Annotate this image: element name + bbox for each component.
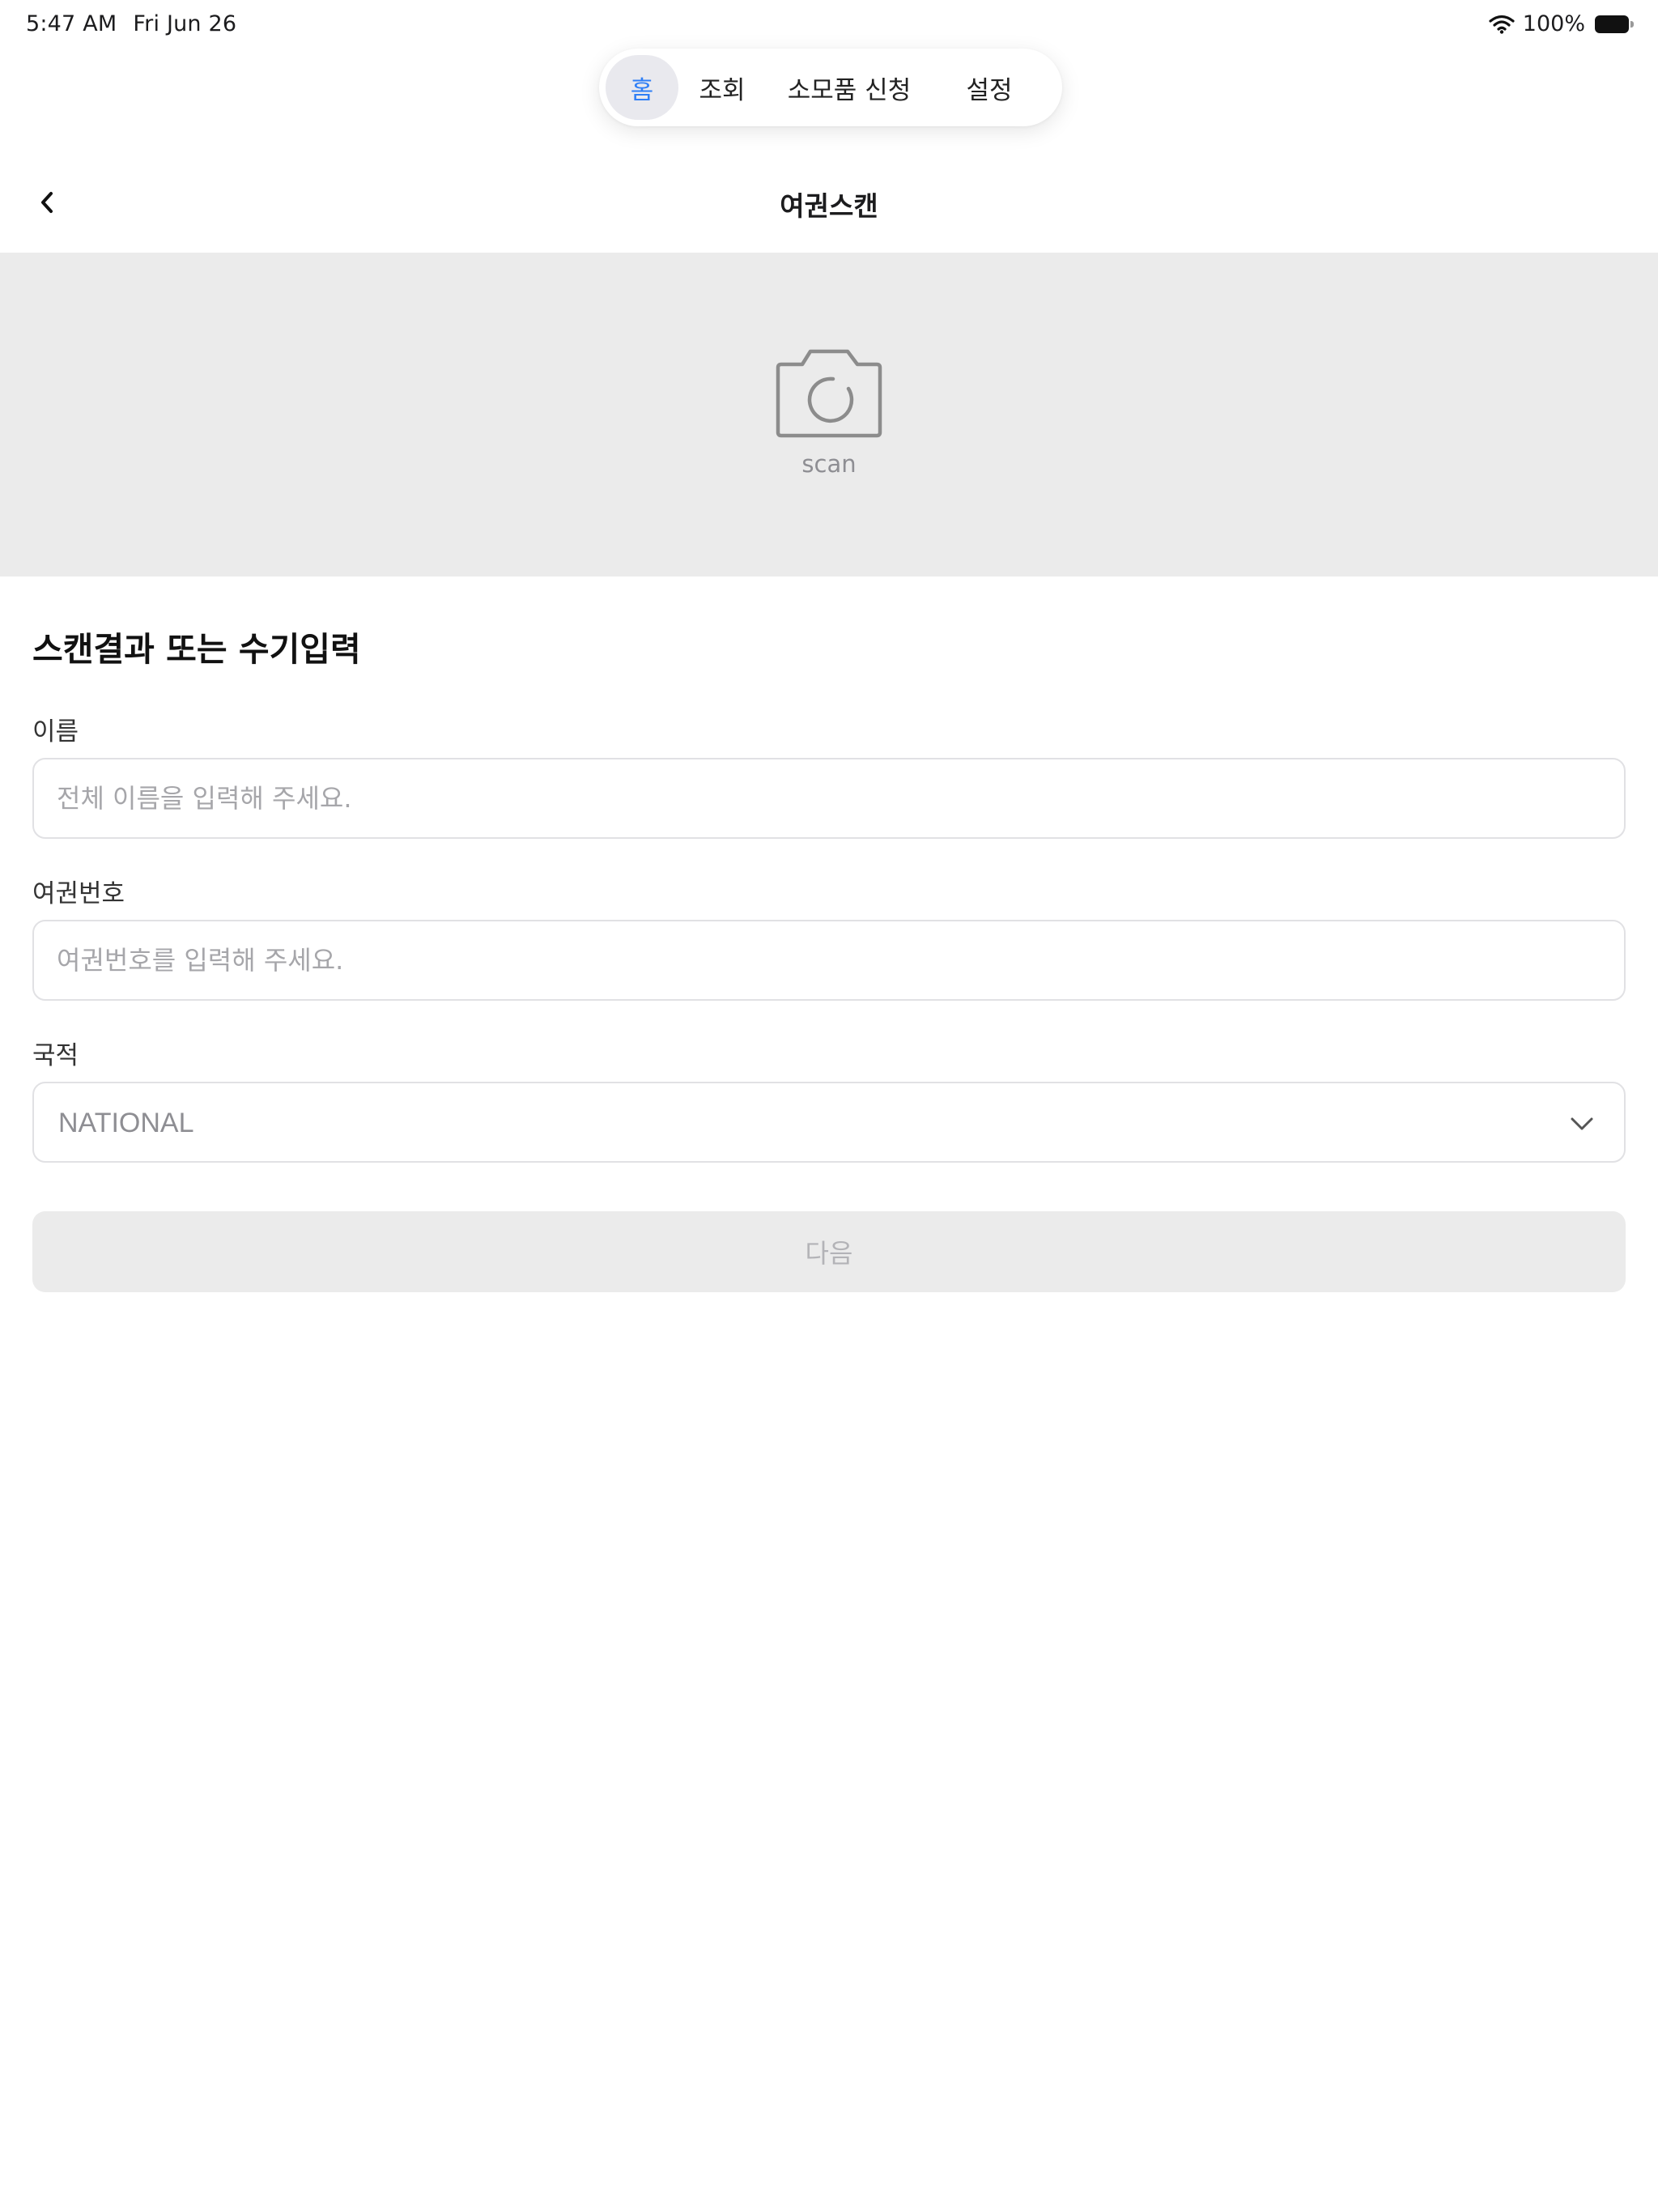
battery-percentage: 100% — [1522, 11, 1585, 36]
nationality-selected-value: NATIONAL — [58, 1108, 194, 1138]
page-title: 여권스캔 — [780, 190, 878, 222]
next-button[interactable]: 다음 — [32, 1211, 1626, 1292]
scan-area[interactable]: scan — [0, 253, 1658, 576]
nationality-select[interactable]: NATIONAL — [32, 1082, 1626, 1163]
camera-icon — [776, 349, 882, 438]
chevron-down-icon — [1571, 1117, 1593, 1130]
scan-label: scan — [801, 450, 857, 478]
battery-icon — [1595, 15, 1634, 33]
passport-scan-screen: 5:47 AMFri Jun 26 100% 홈 조회 소모품 신청 설정 여 — [0, 0, 1658, 2212]
status-time-date: 5:47 AM Fri Jun 26 — [26, 11, 236, 36]
section-title: 스캔결과 또는 수기입력 — [32, 630, 361, 669]
tab-bar: 홈 조회 소모품 신청 설정 — [599, 49, 1062, 126]
wifi-icon — [1489, 15, 1515, 34]
passport-number-label: 여권번호 — [32, 879, 125, 908]
nationality-label: 국적 — [32, 1041, 79, 1070]
status-date: Fri Jun 26 — [133, 11, 237, 36]
tab-home[interactable]: 홈 — [606, 55, 678, 120]
name-input[interactable] — [32, 758, 1626, 839]
tab-settings[interactable]: 설정 — [939, 55, 1039, 120]
tab-inquiry[interactable]: 조회 — [685, 55, 759, 120]
tab-supplies-request[interactable]: 소모품 신청 — [766, 55, 933, 120]
name-label: 이름 — [32, 717, 79, 747]
status-time: 5:47 AM — [26, 11, 117, 36]
status-indicators: 100% — [1489, 11, 1634, 36]
status-bar: 5:47 AM Fri Jun 26 100% — [0, 0, 1658, 52]
passport-number-input[interactable] — [32, 920, 1626, 1001]
